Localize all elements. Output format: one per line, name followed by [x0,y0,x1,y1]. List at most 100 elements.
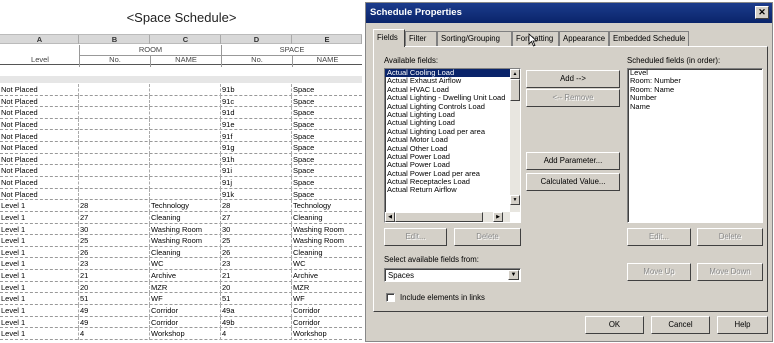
schedule-cell-room-name[interactable] [150,95,221,108]
schedule-cell-space-name[interactable]: Space [292,96,362,108]
tab-appearance[interactable]: Appearance [559,31,609,46]
schedule-cell-level[interactable]: Not Placed [0,177,79,189]
schedule-cell-room-name[interactable]: WF [150,293,221,305]
scroll-right-icon[interactable]: ▶ [493,212,503,222]
schedule-cell-room-number[interactable]: 25 [79,235,150,247]
cancel-button[interactable]: Cancel [651,316,710,334]
schedule-cell-room-number[interactable]: 4 [79,328,150,340]
schedule-cell-level[interactable]: Not Placed [0,130,79,143]
schedule-cell-space-name[interactable]: Cleaning [292,212,362,224]
scroll-thumb[interactable] [395,212,483,222]
schedule-cell-room-number[interactable]: 49 [79,304,150,317]
available-field-item[interactable]: Actual Motor Load [385,136,510,144]
scroll-down-icon[interactable]: ▼ [510,195,520,205]
table-row[interactable]: Not Placed 91e Space [0,118,362,131]
table-row[interactable]: Not Placed 91d Space [0,107,362,119]
available-fields-list[interactable]: Actual Cooling Load Actual Exhaust Airflo… [384,68,521,223]
schedule-cell-room-number[interactable] [79,107,150,119]
vertical-scrollbar[interactable]: ▲ ▼ [510,69,520,212]
schedule-cell-space-name[interactable]: Technology [292,200,362,212]
schedule-cell-space-name[interactable]: WF [292,293,362,305]
schedule-cell-level[interactable]: Level 1 [0,281,79,294]
column-letter[interactable]: D [221,35,292,44]
column-letter[interactable]: A [0,35,79,44]
schedule-cell-space-name[interactable]: Space [292,107,362,119]
table-row[interactable]: Level 1 20 MZR 20 MZR [0,281,362,294]
ok-button[interactable]: OK [585,316,644,334]
column-letter[interactable]: C [150,35,221,44]
schedule-cell-room-name[interactable]: Archive [150,270,221,282]
schedule-cell-room-number[interactable]: 49 [79,316,150,329]
schedule-cell-level[interactable]: Not Placed [0,118,79,131]
schedule-cell-room-number[interactable]: 21 [79,270,150,282]
schedule-cell-level[interactable]: Level 1 [0,223,79,236]
table-row[interactable]: Not Placed 91g Space [0,142,362,154]
schedule-cell-room-number[interactable] [79,188,150,201]
schedule-cell-room-name[interactable]: Cleaning [150,211,221,224]
available-field-item[interactable]: Actual Power Load [385,161,510,169]
schedule-cell-room-number[interactable]: 26 [79,246,150,259]
table-row[interactable]: Level 1 25 Washing Room 25 Washing Room [0,235,362,247]
table-row[interactable]: Level 1 51 WF 51 WF [0,293,362,305]
schedule-cell-room-name[interactable]: Washing Room [150,235,221,247]
table-row[interactable]: Level 1 21 Archive 21 Archive [0,270,362,282]
table-row[interactable]: Level 1 49 Corridor 49b Corridor [0,316,362,329]
edit-scheduled-field-button[interactable]: Edit... [627,228,691,246]
add-field-button[interactable]: Add --> [526,70,620,88]
schedule-cell-room-number[interactable] [79,95,150,108]
schedule-cell-level[interactable]: Level 1 [0,316,79,329]
schedule-cell-level[interactable]: Not Placed [0,188,79,201]
group-header-space[interactable]: SPACE [221,45,362,55]
column-header-level[interactable]: Level [0,55,79,65]
chevron-down-icon[interactable]: ▼ [508,270,519,280]
edit-available-field-button[interactable]: Edit... [384,228,447,246]
schedule-cell-room-number[interactable]: 20 [79,281,150,294]
schedule-cell-space-number[interactable]: 30 [221,223,292,236]
schedule-cell-level[interactable]: Level 1 [0,246,79,259]
tab-fields[interactable]: Fields [373,29,405,47]
schedule-cell-room-number[interactable] [79,130,150,143]
available-field-item[interactable]: Actual HVAC Load [385,86,510,94]
available-field-item[interactable]: Actual Exhaust Airflow [385,77,510,85]
schedule-cell-space-number[interactable]: 25 [221,235,292,247]
column-letter[interactable]: E [292,35,362,44]
schedule-cell-space-name[interactable]: Workshop [292,328,362,340]
column-header-space-number[interactable]: No. [221,55,292,65]
schedule-cell-space-name[interactable]: Space [292,119,362,131]
schedule-cell-space-number[interactable]: 51 [221,293,292,305]
schedule-cell-space-number[interactable]: 20 [221,281,292,294]
available-field-item[interactable]: Actual Cooling Load [385,69,510,78]
schedule-cell-room-name[interactable]: Workshop [150,328,221,340]
schedule-cell-space-name[interactable]: Space [292,84,362,96]
table-row[interactable]: Level 1 28 Technology 28 Technology [0,200,362,212]
table-row[interactable]: Not Placed 91j Space [0,177,362,189]
available-field-item[interactable]: Actual Lighting - Dwelling Unit Load [385,94,510,102]
schedule-cell-level[interactable]: Not Placed [0,84,79,96]
schedule-cell-room-name[interactable]: Cleaning [150,246,221,259]
remove-field-button[interactable]: <-- Remove [526,89,620,107]
move-down-button[interactable]: Move Down [697,263,763,281]
schedule-cell-space-number[interactable]: 91f [221,130,292,143]
schedule-cell-space-number[interactable]: 21 [221,270,292,282]
available-field-item[interactable]: Actual Power Load [385,153,510,161]
schedule-cell-level[interactable]: Not Placed [0,165,79,177]
help-button[interactable]: Help [717,316,768,334]
schedule-cell-level[interactable]: Level 1 [0,328,79,340]
schedule-cell-room-number[interactable] [79,84,150,96]
schedule-cell-room-name[interactable]: Technology [150,200,221,212]
schedule-cell-space-name[interactable]: Washing Room [292,224,362,236]
schedule-cell-space-name[interactable]: Washing Room [292,235,362,247]
schedule-cell-room-number[interactable] [79,153,150,166]
schedule-cell-space-name[interactable]: MZR [292,282,362,294]
schedule-cell-room-name[interactable] [150,177,221,189]
schedule-cell-space-name[interactable]: Cleaning [292,247,362,259]
available-field-item[interactable]: Actual Lighting Load [385,119,510,127]
schedule-cell-level[interactable]: Not Placed [0,107,79,119]
available-field-item[interactable]: Actual Lighting Controls Load [385,103,510,111]
schedule-cell-room-name[interactable]: Corridor [150,304,221,317]
schedule-cell-space-number[interactable]: 28 [221,200,292,212]
schedule-cell-room-number[interactable]: 51 [79,293,150,305]
schedule-cell-level[interactable]: Not Placed [0,95,79,108]
schedule-cell-space-number[interactable]: 91j [221,177,292,189]
schedule-cell-space-number[interactable]: 91h [221,153,292,166]
